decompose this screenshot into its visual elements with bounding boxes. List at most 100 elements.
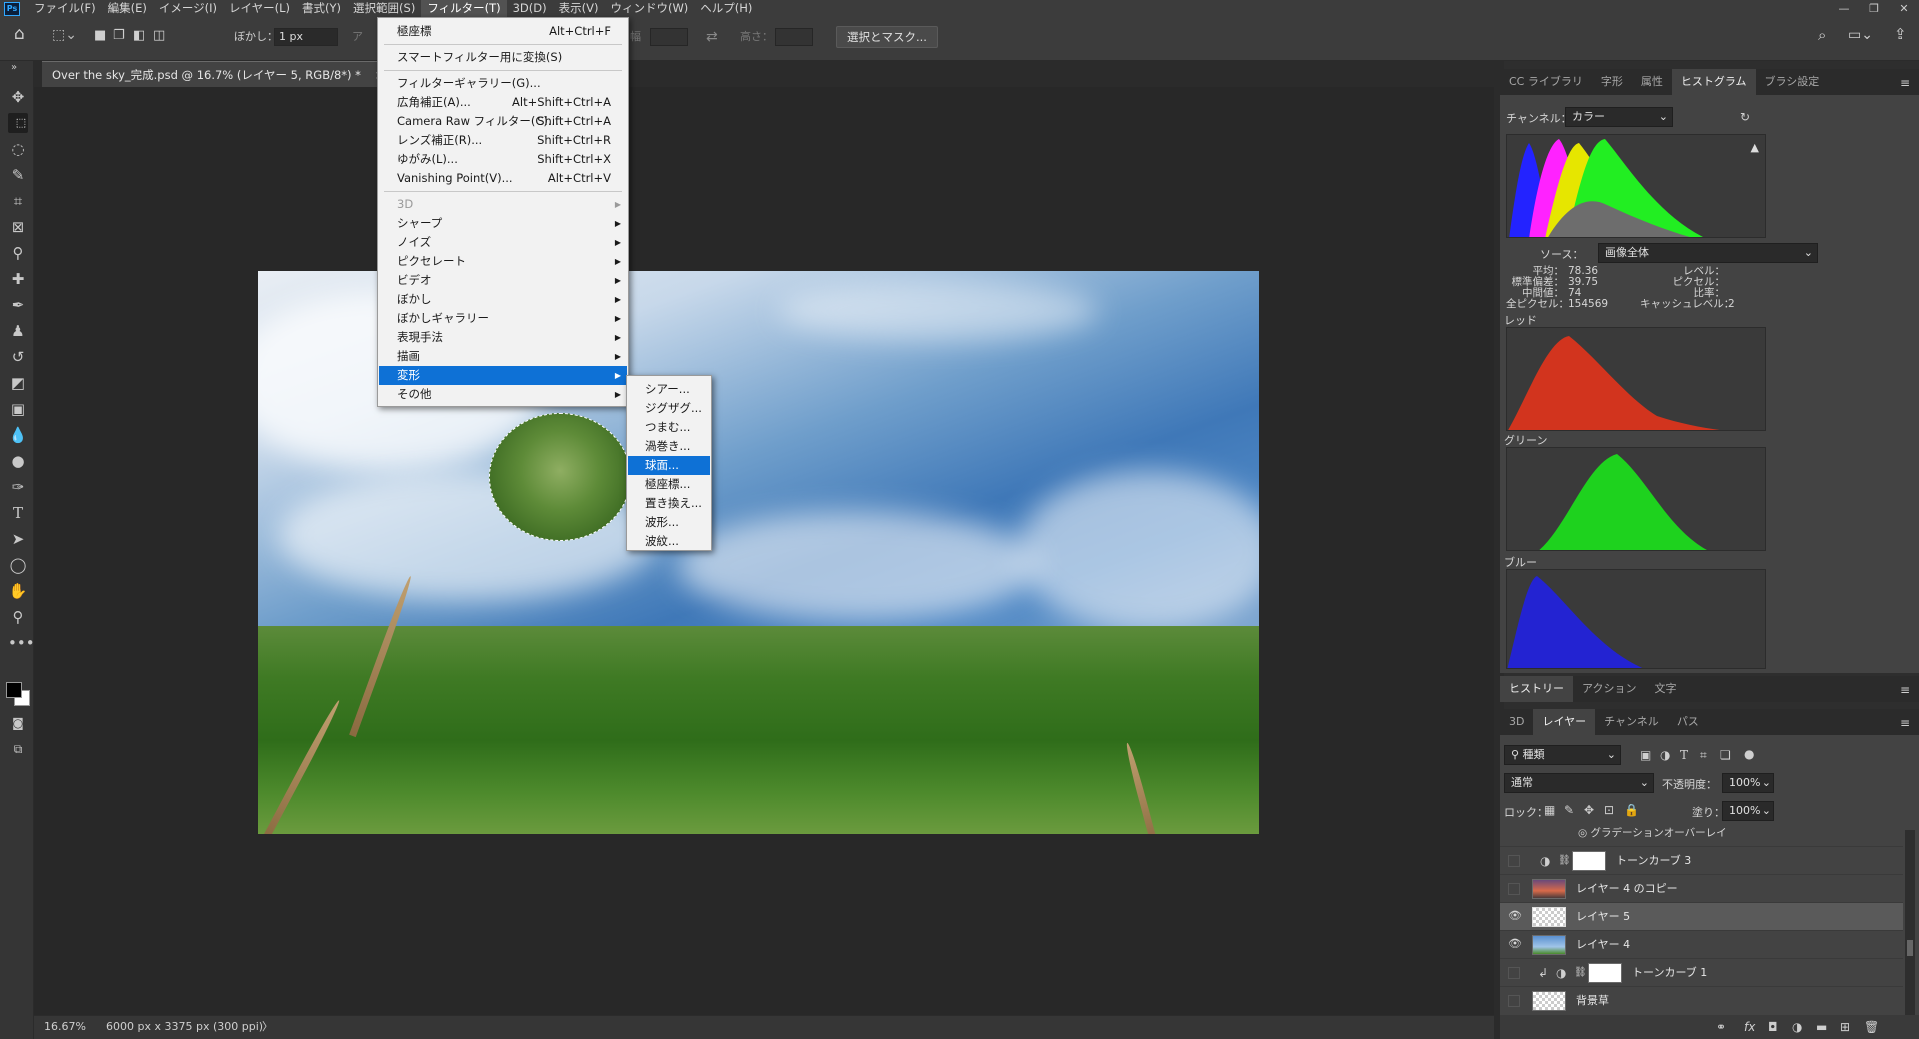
- layers-panel-menu-icon[interactable]: ≡: [1900, 716, 1910, 730]
- layers-scrollbar[interactable]: [1905, 830, 1915, 1015]
- filter-menu-item[interactable]: その他 ▶: [379, 385, 627, 404]
- layer-thumbnail[interactable]: [1532, 935, 1566, 955]
- new-adjustment-icon[interactable]: ◑: [1792, 1020, 1802, 1034]
- layer-name[interactable]: レイヤー 4: [1576, 931, 1630, 959]
- visibility-eye-icon[interactable]: [1508, 883, 1520, 895]
- filter-menu-item[interactable]: ゆがみ(L)... Shift+Ctrl+X: [379, 150, 627, 169]
- layer-group-tab[interactable]: レイヤー: [1533, 709, 1596, 735]
- restore-button[interactable]: ❐: [1859, 0, 1889, 17]
- filter-menu-item[interactable]: スマートフィルター用に変換(S): [379, 48, 627, 67]
- filter-menu-item[interactable]: ビデオ ▶: [379, 271, 627, 290]
- brush-tool-icon[interactable]: ✒: [8, 295, 28, 315]
- workspace-icon[interactable]: ▭⌄: [1848, 27, 1873, 43]
- distort-submenu-item[interactable]: 波紋...: [628, 532, 710, 551]
- subtract-selection-icon[interactable]: ◧: [133, 28, 145, 44]
- history-group-tab[interactable]: アクション: [1573, 676, 1645, 702]
- layer-row[interactable]: ◑ ⛓ トーンカーブ 3: [1500, 846, 1903, 874]
- status-menu-arrow[interactable]: 〉: [262, 1016, 273, 1038]
- minimize-button[interactable]: —: [1829, 0, 1859, 17]
- clone-stamp-icon[interactable]: ♟: [8, 321, 28, 341]
- filter-toggle-icon[interactable]: ●: [1744, 747, 1754, 761]
- search-icon[interactable]: ⌕: [1818, 27, 1826, 43]
- visibility-eye-icon[interactable]: 👁: [1508, 909, 1522, 923]
- history-group-tab[interactable]: 文字: [1645, 676, 1685, 702]
- gradient-overlay-effect[interactable]: ◎ グラデーションオーバーレイ: [1578, 825, 1727, 840]
- top-panel-tab[interactable]: CC ライブラリ: [1500, 69, 1592, 95]
- marquee-preset-icon[interactable]: ⬚⌄: [52, 27, 77, 43]
- layer-filter-select[interactable]: ⚲ 種類 ⌄: [1504, 745, 1621, 765]
- layer-group-tab[interactable]: パス: [1668, 709, 1708, 735]
- distort-submenu-item[interactable]: つまむ...: [628, 418, 710, 437]
- intersect-selection-icon[interactable]: ◫: [153, 28, 165, 44]
- distort-submenu-item[interactable]: 置き換え...: [628, 494, 710, 513]
- filter-menu-item[interactable]: 極座標 Alt+Ctrl+F: [379, 22, 627, 41]
- layer-row[interactable]: 👁 レイヤー 5: [1500, 902, 1903, 930]
- filter-menu-item[interactable]: ピクセレート ▶: [379, 252, 627, 271]
- shape-filter-icon[interactable]: ⌗: [1700, 748, 1707, 762]
- mask-link-icon[interactable]: ⛓: [1558, 854, 1571, 868]
- eyedropper-tool-icon[interactable]: ⚲: [8, 243, 28, 263]
- top-panel-tab[interactable]: 属性: [1632, 69, 1672, 95]
- filter-menu-item[interactable]: 広角補正(A)... Alt+Shift+Ctrl+A: [379, 93, 627, 112]
- quick-mask-icon[interactable]: ◙: [8, 713, 28, 733]
- distort-submenu-item[interactable]: 波形...: [628, 513, 710, 532]
- filter-menu-item[interactable]: Vanishing Point(V)... Alt+Ctrl+V: [379, 169, 627, 188]
- history-group-tab[interactable]: ヒストリー: [1500, 676, 1573, 702]
- link-layers-icon[interactable]: ⚭: [1716, 1020, 1726, 1034]
- pixel-filter-icon[interactable]: ▣: [1640, 748, 1651, 762]
- new-layer-icon[interactable]: ⊞: [1840, 1020, 1850, 1034]
- filter-menu-item[interactable]: レンズ補正(R)... Shift+Ctrl+R: [379, 131, 627, 150]
- panel-menu-icon[interactable]: ≡: [1900, 76, 1910, 90]
- layer-group-tab[interactable]: チャンネル: [1595, 709, 1668, 735]
- fill-input[interactable]: 100% ⌄: [1722, 801, 1774, 821]
- quick-select-tool-icon[interactable]: ✎: [8, 165, 28, 185]
- menu-item-6[interactable]: フィルター(T): [421, 0, 507, 17]
- top-panel-tab[interactable]: ヒストグラム: [1671, 69, 1756, 95]
- crop-tool-icon[interactable]: ⌗: [8, 191, 28, 211]
- layer-name[interactable]: 背景草: [1576, 987, 1609, 1015]
- distort-submenu-item[interactable]: 渦巻き...: [628, 437, 710, 456]
- add-selection-icon[interactable]: ❐: [113, 28, 125, 44]
- mask-link-icon[interactable]: ⛓: [1574, 966, 1587, 980]
- visibility-eye-icon[interactable]: [1508, 855, 1520, 867]
- zoom-tool-icon[interactable]: ⚲: [8, 607, 28, 627]
- feather-input[interactable]: 1 px: [274, 28, 338, 46]
- distort-submenu-item[interactable]: 極座標...: [628, 475, 710, 494]
- filter-menu-item[interactable]: ノイズ ▶: [379, 233, 627, 252]
- share-icon[interactable]: ⇪: [1894, 26, 1907, 42]
- document-tab[interactable]: Over the sky_完成.psd @ 16.7% (レイヤー 5, RGB…: [42, 61, 395, 87]
- lock-pixels-icon[interactable]: ✎: [1564, 803, 1574, 817]
- collapse-icon[interactable]: »: [4, 63, 24, 73]
- type-filter-icon[interactable]: T: [1680, 748, 1688, 762]
- refresh-icon[interactable]: ↻: [1740, 110, 1750, 124]
- more-tools-icon[interactable]: •••: [8, 633, 35, 653]
- visibility-eye-icon[interactable]: [1508, 967, 1520, 979]
- gradient-tool-icon[interactable]: ▣: [8, 399, 28, 419]
- zoom-level[interactable]: 16.67%: [44, 1016, 86, 1038]
- width-input[interactable]: [650, 28, 688, 46]
- layer-row[interactable]: レイヤー 4 のコピー: [1500, 874, 1903, 902]
- visibility-eye-icon[interactable]: 👁: [1508, 937, 1522, 951]
- menu-item-3[interactable]: レイヤー(L): [223, 0, 296, 17]
- distort-submenu-item[interactable]: シアー...: [628, 380, 710, 399]
- lock-transparent-icon[interactable]: ▦: [1544, 803, 1555, 817]
- layer-thumbnail[interactable]: [1532, 879, 1566, 899]
- menu-item-4[interactable]: 書式(Y): [296, 0, 347, 17]
- menu-item-10[interactable]: ヘルプ(H): [694, 0, 758, 17]
- hand-tool-icon[interactable]: ✋: [8, 581, 28, 601]
- layer-thumbnail[interactable]: [1532, 907, 1566, 927]
- filter-menu-item[interactable]: シャープ ▶: [379, 214, 627, 233]
- layer-name[interactable]: トーンカーブ 1: [1632, 959, 1707, 987]
- menu-item-5[interactable]: 選択範囲(S): [347, 0, 421, 17]
- path-select-icon[interactable]: ➤: [8, 529, 28, 549]
- distort-submenu-item[interactable]: ジグザグ...: [628, 399, 710, 418]
- close-button[interactable]: ✕: [1889, 0, 1919, 17]
- top-panel-tab[interactable]: ブラシ設定: [1756, 69, 1829, 95]
- visibility-eye-icon[interactable]: [1508, 995, 1520, 1007]
- top-panel-tab[interactable]: 字形: [1592, 69, 1632, 95]
- history-panel-menu-icon[interactable]: ≡: [1900, 683, 1910, 697]
- distort-submenu-item[interactable]: 球面...: [628, 456, 710, 475]
- layer-thumbnail[interactable]: [1588, 963, 1622, 983]
- filter-menu-item[interactable]: ぼかしギャラリー ▶: [379, 309, 627, 328]
- menu-item-7[interactable]: 3D(D): [507, 0, 553, 17]
